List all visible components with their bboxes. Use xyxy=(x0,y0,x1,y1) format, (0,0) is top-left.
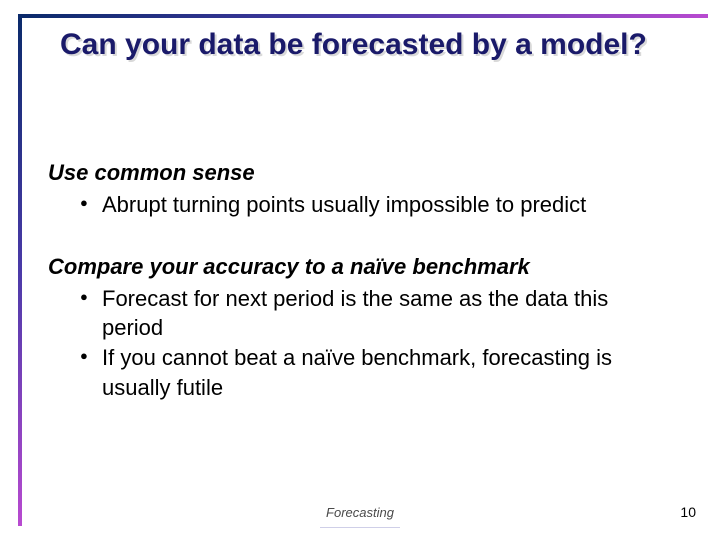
page-number: 10 xyxy=(680,504,696,520)
bullet-item: Forecast for next period is the same as … xyxy=(80,284,672,343)
slide-title: Can your data be forecasted by a model? xyxy=(60,26,680,64)
frame-left-border xyxy=(18,14,22,526)
slide-title-area: Can your data be forecasted by a model? … xyxy=(60,26,680,64)
footer-underline xyxy=(320,527,400,528)
footer-label: Forecasting xyxy=(0,505,720,520)
bullet-list: Abrupt turning points usually impossible… xyxy=(80,190,672,220)
section-heading: Use common sense xyxy=(48,160,672,186)
bullet-list: Forecast for next period is the same as … xyxy=(80,284,672,403)
slide-content: Use common sense Abrupt turning points u… xyxy=(48,160,672,432)
section-heading: Compare your accuracy to a naïve benchma… xyxy=(48,254,672,280)
bullet-item: Abrupt turning points usually impossible… xyxy=(80,190,672,220)
frame-top-border xyxy=(18,14,708,18)
bullet-item: If you cannot beat a naïve benchmark, fo… xyxy=(80,343,672,402)
